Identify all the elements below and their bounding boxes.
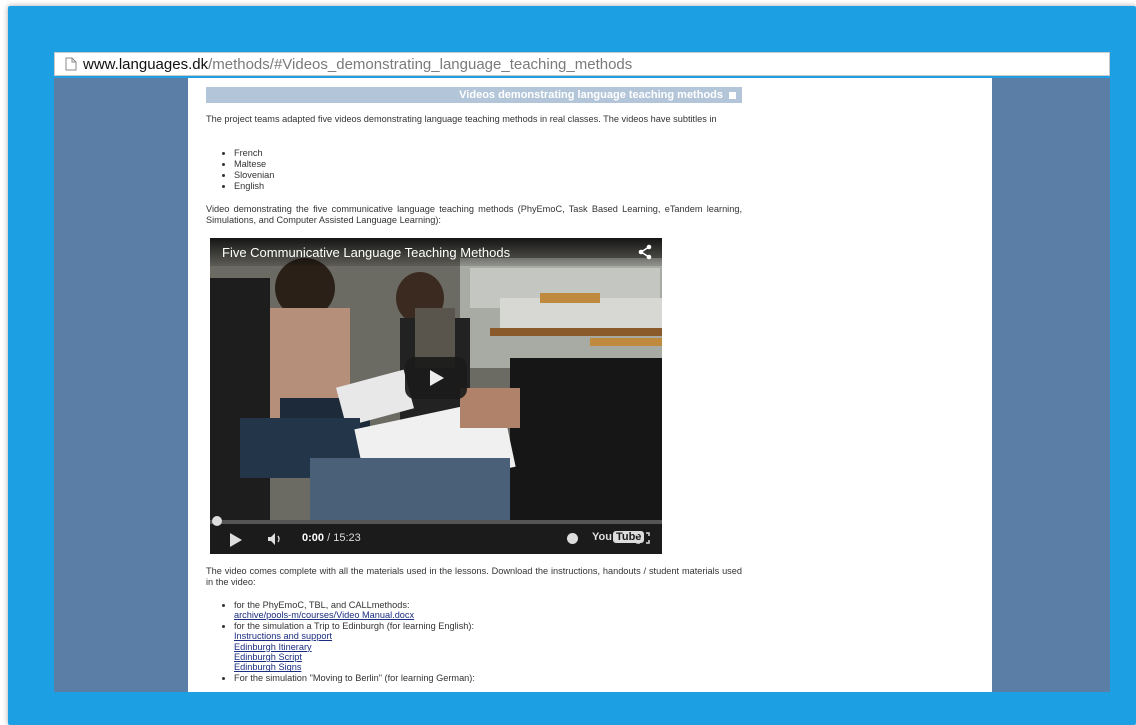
list-item: Slovenian (234, 170, 274, 181)
edinburgh-itinerary-link[interactable]: Edinburgh Itinerary (234, 642, 754, 652)
list-item-text: for the PhyEmoC, TBL, and CALLmethods: (234, 600, 410, 610)
info-icon[interactable] (567, 533, 578, 544)
list-item-text: for the simulation a Trip to Edinburgh (… (234, 620, 475, 631)
list-item: for the simulation a Trip to Edinburgh (… (234, 621, 754, 673)
materials-list: for the PhyEmoC, TBL, and CALLmethods: a… (218, 600, 754, 683)
list-item: Maltese (234, 159, 274, 170)
section-heading-bar: Videos demonstrating language teaching m… (206, 87, 742, 103)
address-bar[interactable]: www.languages.dk/methods/#Videos_demonst… (54, 52, 1110, 76)
edinburgh-signs-link[interactable]: Edinburgh Signs (234, 662, 754, 672)
intro-paragraph: The project teams adapted five videos de… (206, 114, 717, 124)
instructions-link[interactable]: Instructions and support (234, 631, 754, 641)
scrubber-handle[interactable] (212, 516, 222, 526)
page-icon (65, 57, 77, 71)
play-icon[interactable] (230, 533, 242, 547)
duration: / 15:23 (327, 532, 361, 544)
video-description: Video demonstrating the five communicati… (206, 204, 742, 225)
fullscreen-icon[interactable] (636, 531, 650, 544)
video-manual-link[interactable]: archive/pools-m/courses/Video Manual.doc… (234, 610, 754, 620)
section-heading: Videos demonstrating language teaching m… (459, 89, 723, 101)
volume-icon[interactable] (268, 532, 284, 550)
square-icon (729, 91, 736, 99)
share-icon[interactable] (638, 244, 652, 265)
list-item: English (234, 181, 274, 192)
edinburgh-script-link[interactable]: Edinburgh Script (234, 652, 754, 662)
url-host: www.languages.dk (83, 55, 209, 73)
subtitle-language-list: French Maltese Slovenian English (218, 148, 274, 192)
list-item: For the simulation "Moving to Berlin" (f… (234, 673, 754, 683)
play-button[interactable] (405, 357, 467, 399)
page-viewport: Videos demonstrating language teaching m… (54, 78, 1110, 692)
progress-bar[interactable] (210, 516, 662, 526)
time-display: 0:00 / 15:23 (302, 532, 361, 544)
video-player[interactable]: Five Communicative Language Teaching Met… (210, 238, 662, 554)
url-path: /methods/#Videos_demonstrating_language_… (208, 55, 633, 73)
url-text[interactable]: www.languages.dk/methods/#Videos_demonst… (83, 56, 632, 73)
list-item-text: For the simulation "Moving to Berlin" (f… (234, 672, 475, 683)
current-time: 0:00 (302, 532, 325, 544)
video-controls: 0:00 / 15:23 You Tube (210, 516, 662, 554)
list-item: for the PhyEmoC, TBL, and CALLmethods: a… (234, 600, 754, 621)
video-title[interactable]: Five Communicative Language Teaching Met… (222, 245, 510, 260)
materials-intro: The video comes complete with all the ma… (206, 566, 742, 587)
list-item: French (234, 148, 274, 159)
content-column: Videos demonstrating language teaching m… (188, 78, 992, 692)
